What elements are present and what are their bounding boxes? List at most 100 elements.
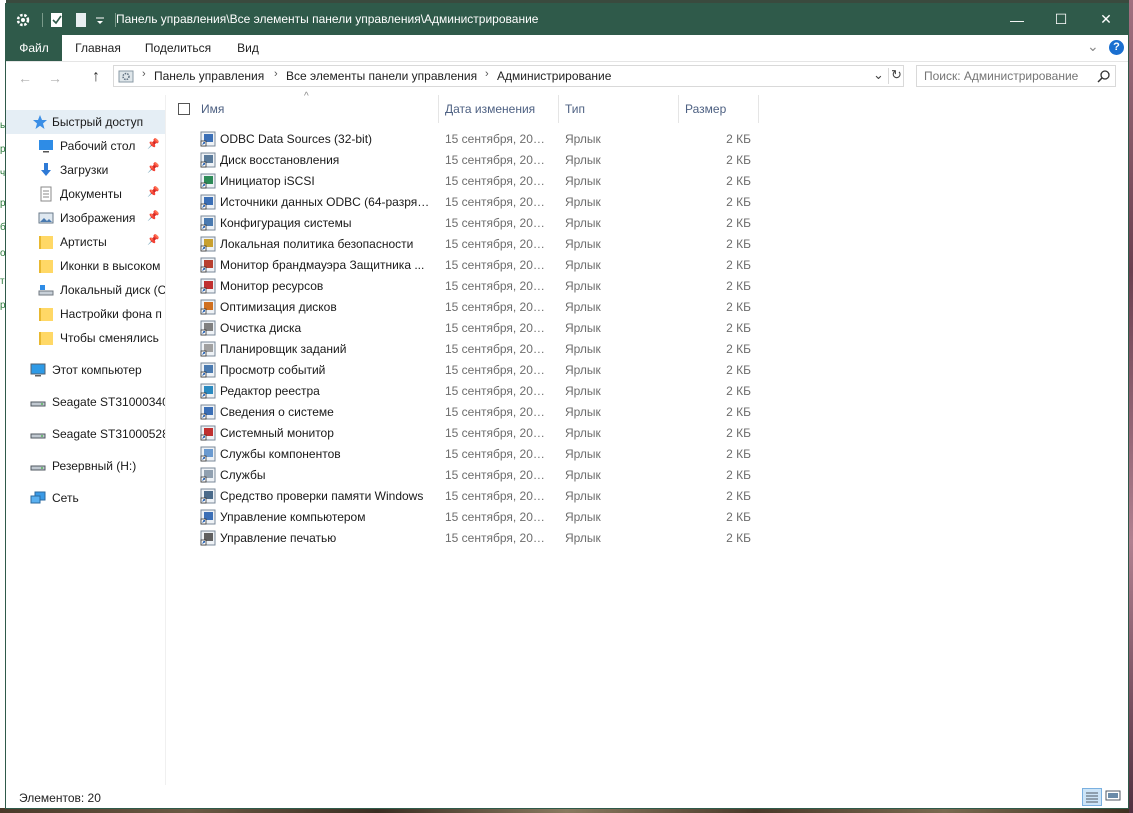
folder-icon: [39, 260, 53, 273]
file-row[interactable]: Монитор брандмауэра Защитника ... 15 сент…: [196, 255, 762, 276]
column-divider[interactable]: [438, 95, 439, 123]
column-header-type[interactable]: Тип: [565, 95, 585, 123]
forward-button[interactable]: →: [48, 70, 62, 86]
sidebar-item-downloads[interactable]: Загрузки 📌: [6, 158, 165, 182]
pin-icon[interactable]: 📌: [147, 139, 159, 150]
file-row[interactable]: Оптимизация дисков 15 сентября, 2018... Яр…: [196, 297, 762, 318]
file-row[interactable]: Службы 15 сентября, 2018... Ярлык 2 КБ: [196, 465, 762, 486]
file-row[interactable]: Сведения о системе 15 сентября, 2018... Яр…: [196, 402, 762, 423]
file-row[interactable]: Средство проверки памяти Windows 15 сентя…: [196, 486, 762, 507]
breadcrumb-administration[interactable]: Администрирование: [497, 69, 611, 83]
select-all-checkbox[interactable]: [178, 103, 190, 115]
breadcrumb-control-panel[interactable]: Панель управления: [154, 69, 264, 83]
column-divider[interactable]: [758, 95, 759, 123]
sidebar-item-this-pc[interactable]: Этот компьютер: [6, 358, 165, 382]
search-icon[interactable]: [1097, 69, 1111, 83]
file-row[interactable]: Диск восстановления 15 сентября, 2018... Я…: [196, 150, 762, 171]
pin-icon[interactable]: 📌: [147, 163, 159, 174]
column-header-name[interactable]: Имя: [201, 95, 224, 123]
column-header-date[interactable]: Дата изменения: [445, 95, 535, 123]
shortcut-icon: [200, 173, 216, 189]
file-size: 2 КБ: [726, 216, 751, 230]
tab-share[interactable]: Поделиться: [138, 35, 218, 61]
file-size: 2 КБ: [726, 447, 751, 461]
column-divider[interactable]: [558, 95, 559, 123]
tab-file[interactable]: Файл: [6, 35, 62, 61]
file-row[interactable]: Локальная политика безопасности 15 сентяб…: [196, 234, 762, 255]
sidebar-item-icons-folder[interactable]: Иконки в высоком: [6, 254, 165, 278]
close-button[interactable]: ✕: [1083, 4, 1129, 35]
item-count: Элементов: 20: [19, 791, 101, 805]
up-button[interactable]: ↑: [92, 68, 100, 86]
file-row[interactable]: Управление печатью 15 сентября, 2018... Яр…: [196, 528, 762, 549]
search-box[interactable]: [916, 65, 1116, 87]
sidebar-item-local-disk[interactable]: Локальный диск (C: [6, 278, 165, 302]
shortcut-icon: [200, 215, 216, 231]
file-row[interactable]: Планировщик заданий 15 сентября, 2018... Я…: [196, 339, 762, 360]
control-panel-icon: [118, 70, 134, 83]
file-type: Ярлык: [565, 510, 601, 524]
file-row[interactable]: Редактор реестра 15 сентября, 2018... Ярлы…: [196, 381, 762, 402]
file-row[interactable]: Монитор ресурсов 15 сентября, 2018... Ярлы…: [196, 276, 762, 297]
file-date: 15 сентября, 2018...: [445, 489, 551, 503]
file-row[interactable]: Управление компьютером 15 сентября, 2018.…: [196, 507, 762, 528]
file-row[interactable]: Системный монитор 15 сентября, 2018... Ярл…: [196, 423, 762, 444]
file-name: Службы: [220, 468, 266, 482]
tab-view[interactable]: Вид: [228, 35, 268, 61]
pin-icon[interactable]: 📌: [147, 211, 159, 222]
file-row[interactable]: Службы компонентов 15 сентября, 2018... Яр…: [196, 444, 762, 465]
details-view-button[interactable]: [1082, 788, 1102, 806]
pin-icon[interactable]: 📌: [147, 187, 159, 198]
file-row[interactable]: ODBC Data Sources (32-bit) 15 сентября, 2…: [196, 129, 762, 150]
sidebar-item-desktop[interactable]: Рабочий стол 📌: [6, 134, 165, 158]
sidebar-item-drive-seagate-1[interactable]: Seagate ST31000340A: [6, 390, 165, 414]
sidebar-item-pictures[interactable]: Изображения 📌: [6, 206, 165, 230]
quick-access-toolbar: [14, 4, 116, 35]
file-name: Службы компонентов: [220, 447, 341, 461]
documents-icon: [40, 186, 52, 202]
address-bar[interactable]: › Панель управления › Все элементы панел…: [113, 65, 904, 87]
sidebar-item-network[interactable]: Сеть: [6, 486, 165, 510]
minimize-button[interactable]: —: [994, 4, 1040, 35]
sidebar-item-artists[interactable]: Артисты 📌: [6, 230, 165, 254]
file-size: 2 КБ: [726, 531, 751, 545]
sidebar-item-quick-access[interactable]: Быстрый доступ: [6, 110, 165, 134]
sidebar-item-change-folder[interactable]: Чтобы сменялись: [6, 326, 165, 350]
help-icon[interactable]: ?: [1109, 40, 1124, 55]
control-panel-gear-icon[interactable]: [14, 11, 32, 29]
properties-icon[interactable]: [49, 12, 65, 28]
sidebar-item-documents[interactable]: Документы 📌: [6, 182, 165, 206]
file-row[interactable]: Источники данных ODBC (64-разряд... 15 се…: [196, 192, 762, 213]
file-date: 15 сентября, 2018...: [445, 447, 551, 461]
back-button[interactable]: ←: [18, 70, 32, 86]
file-row[interactable]: Конфигурация системы 15 сентября, 2018...…: [196, 213, 762, 234]
file-name: Редактор реестра: [220, 384, 320, 398]
large-icons-view-button[interactable]: [1104, 788, 1124, 806]
address-dropdown-icon[interactable]: ⌄: [873, 67, 884, 83]
file-date: 15 сентября, 2018...: [445, 342, 551, 356]
search-input[interactable]: [924, 69, 1094, 83]
pin-icon[interactable]: 📌: [147, 235, 159, 246]
column-header-size[interactable]: Размер: [685, 95, 726, 123]
file-row[interactable]: Очистка диска 15 сентября, 2018... Ярлык 2 …: [196, 318, 762, 339]
folder-icon: [39, 308, 53, 321]
new-folder-icon[interactable]: [73, 12, 89, 28]
expand-ribbon-icon[interactable]: ⌄: [1087, 38, 1099, 55]
file-row[interactable]: Инициатор iSCSI 15 сентября, 2018... Ярлык…: [196, 171, 762, 192]
shortcut-icon: [200, 404, 216, 420]
breadcrumb-all-items[interactable]: Все элементы панели управления: [286, 69, 477, 83]
sidebar-item-label: Этот компьютер: [52, 363, 142, 377]
tab-home[interactable]: Главная: [68, 35, 128, 61]
file-row[interactable]: Просмотр событий 15 сентября, 2018... Ярлы…: [196, 360, 762, 381]
file-type: Ярлык: [565, 279, 601, 293]
file-size: 2 КБ: [726, 279, 751, 293]
sidebar-item-drive-seagate-2[interactable]: Seagate ST31000528A: [6, 422, 165, 446]
file-size: 2 КБ: [726, 384, 751, 398]
sidebar-item-drive-backup[interactable]: Резервный (H:): [6, 454, 165, 478]
sidebar-item-background-settings[interactable]: Настройки фона п: [6, 302, 165, 326]
maximize-button[interactable]: ☐: [1038, 4, 1084, 35]
customize-toolbar-dropdown-icon[interactable]: [93, 12, 107, 28]
sidebar-item-label: Seagate ST31000528A: [52, 427, 166, 441]
column-divider[interactable]: [678, 95, 679, 123]
refresh-icon[interactable]: ↻: [891, 67, 902, 83]
